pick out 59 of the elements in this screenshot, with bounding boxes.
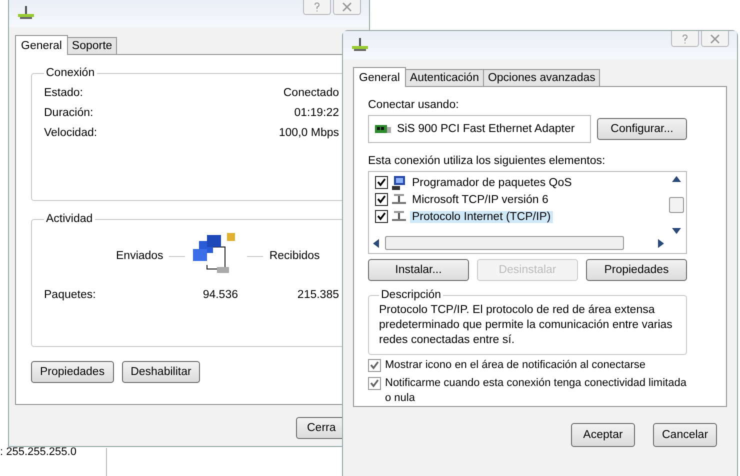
- group-title: Conexión: [45, 67, 96, 79]
- configure-button[interactable]: Configurar...: [597, 118, 687, 140]
- scroll-right-icon[interactable]: [658, 238, 664, 248]
- received-label: Recibidos: [269, 250, 320, 262]
- dialog-button[interactable]: Aceptar: [571, 423, 635, 447]
- group-title: Descripción: [380, 289, 442, 301]
- packets-sent-value: 94.536: [202, 289, 238, 301]
- tab[interactable]: Opciones avanzadas: [482, 69, 600, 86]
- packets-label: Paquetes:: [44, 289, 97, 301]
- network-icon: [17, 6, 35, 20]
- tab[interactable]: General: [15, 35, 68, 55]
- field-label: Estado:: [44, 87, 83, 101]
- checkbox[interactable]: [368, 359, 381, 372]
- checkbox[interactable]: [375, 193, 388, 206]
- help-icon: [680, 34, 690, 44]
- sent-label: Enviados: [116, 250, 164, 262]
- subnet-mask-text: : 255.255.255.0: [0, 446, 76, 458]
- close-icon: [710, 34, 720, 44]
- checkbox[interactable]: [368, 377, 381, 390]
- dialog-button[interactable]: Propiedades: [31, 361, 114, 383]
- help-icon: [312, 2, 322, 12]
- tab[interactable]: Autenticación: [404, 69, 484, 86]
- network-card-icon: [375, 124, 391, 134]
- checkbox[interactable]: [375, 176, 388, 189]
- checkbox-label: Mostrar icono en el área de notificación al conectarse: [385, 358, 646, 373]
- list-item[interactable]: Microsoft TCP/IP versión 6: [410, 194, 550, 206]
- scroll-thumb[interactable]: [385, 236, 624, 250]
- components-label: Esta conexión utiliza los siguientes elementos:: [368, 155, 606, 167]
- close-icon: [342, 2, 352, 12]
- network-icon: [351, 38, 369, 52]
- field-value: Conectado: [283, 87, 339, 101]
- scroll-down-icon[interactable]: [672, 228, 680, 234]
- adapter-field: SiS 900 PCI Fast Ethernet Adapter: [368, 115, 591, 143]
- dialog-button[interactable]: Propiedades: [586, 259, 687, 281]
- scroll-left-icon[interactable]: [373, 238, 379, 248]
- field-value: 01:19:22: [294, 107, 339, 121]
- horizontal-scrollbar[interactable]: [373, 236, 664, 250]
- close-button[interactable]: [333, 0, 361, 15]
- tab[interactable]: Soporte: [66, 37, 118, 54]
- list-item[interactable]: Programador de paquetes QoS: [410, 176, 574, 188]
- dialog-button[interactable]: Deshabilitar: [122, 361, 200, 383]
- computer-icon: [391, 174, 407, 190]
- scroll-thumb[interactable]: [668, 197, 684, 213]
- connect-using-label: Conectar usando:: [368, 99, 460, 111]
- close-button[interactable]: [701, 31, 729, 47]
- field-label: Velocidad:: [44, 127, 98, 141]
- list-item[interactable]: Protocolo Internet (TCP/IP): [410, 210, 553, 222]
- description-text: Protocolo TCP/IP. El protocolo de red de área extensa predeterminado que permite la comunicación entre varias redes conectadas entre sí.: [379, 303, 674, 348]
- checkbox-label: Notificarme cuando esta conexión tenga conectividad limitada o nula: [385, 376, 688, 406]
- scroll-up-icon[interactable]: [672, 176, 680, 182]
- dialog-button[interactable]: Instalar...: [368, 259, 469, 281]
- vertical-scrollbar[interactable]: [669, 176, 683, 234]
- field-label: Duración:: [44, 107, 94, 121]
- dialog-button[interactable]: Cancelar: [653, 423, 717, 447]
- group-title: Actividad: [45, 213, 94, 225]
- packets-received-value: 215.385: [296, 289, 339, 301]
- field-value: 100,0 Mbps: [278, 127, 339, 141]
- checkbox[interactable]: [375, 210, 388, 223]
- tab[interactable]: General: [353, 67, 406, 87]
